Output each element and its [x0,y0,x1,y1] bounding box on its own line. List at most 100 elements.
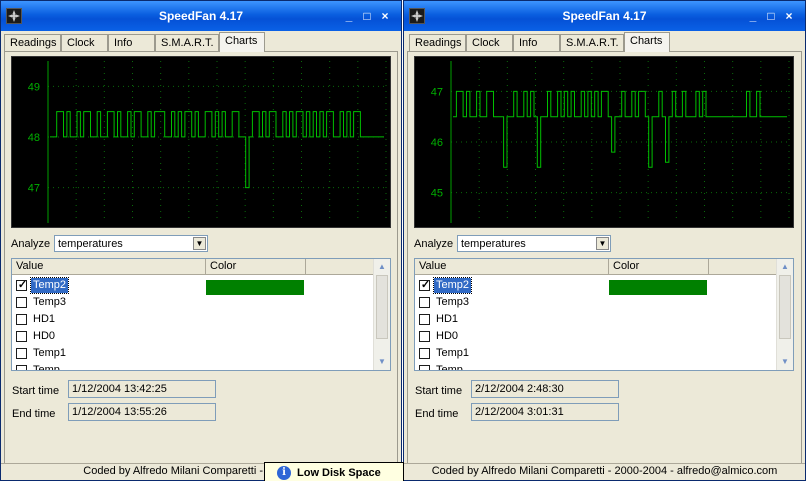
tab-smart[interactable]: S.M.A.R.T. [155,34,219,51]
sensor-list[interactable]: Value Color ✓ Temp2 Temp3 HD1 HD0 Temp1 … [11,258,391,371]
speedfan-window-2: SpeedFan 4.17 _ □ × Readings Clock Info … [403,0,806,481]
color-swatch[interactable] [609,280,707,295]
speedfan-window-1: SpeedFan 4.17 _ □ × Readings Clock Info … [0,0,402,481]
title-bar[interactable]: SpeedFan 4.17 _ □ × [1,1,401,31]
list-item[interactable]: Temp1 [12,345,374,362]
checkbox[interactable] [16,331,27,342]
checkmark-icon: ✓ [17,279,28,291]
analyze-label: Analyze [11,238,51,250]
list-item-label: HD0 [436,330,459,342]
y-tick-label: 45 [431,188,443,200]
temperature-chart: 49 48 47 [11,56,391,228]
end-time-field: 1/12/2004 13:55:26 [68,403,216,421]
status-bar: Coded by Alfredo Milani Comparetti - 200… [404,463,805,480]
analyze-label: Analyze [414,238,454,250]
maximize-button[interactable]: □ [764,9,778,23]
header-color[interactable]: Color [206,259,306,274]
list-item-label: Temp [436,364,463,371]
list-item-label: Temp3 [436,296,470,308]
scroll-thumb[interactable] [376,275,388,339]
list-item[interactable]: Temp1 [415,345,777,362]
end-time-label: End time [12,408,56,420]
checkbox[interactable] [419,314,430,325]
sensor-list[interactable]: Value Color ✓ Temp2 Temp3 HD1 HD0 Temp1 … [414,258,794,371]
list-item[interactable]: HD0 [12,328,374,345]
scroll-up-icon[interactable]: ▲ [375,260,389,274]
analyze-select[interactable]: temperatures ▼ [457,235,611,252]
tab-strip: Readings Clock Info S.M.A.R.T. Charts [4,32,398,52]
list-header: Value Color [415,259,777,275]
tab-info[interactable]: Info [513,34,560,51]
list-item-label: Temp1 [436,347,470,359]
temperature-chart: 47 46 45 [414,56,794,228]
checkbox[interactable] [419,331,430,342]
y-tick-label: 47 [28,183,40,195]
close-button[interactable]: × [378,9,392,23]
window-title: SpeedFan 4.17 [158,9,244,23]
list-item[interactable]: HD1 [12,311,374,328]
checkmark-icon: ✓ [420,279,431,291]
list-item-label: HD1 [436,313,459,325]
tab-clock[interactable]: Clock [61,34,108,51]
header-color[interactable]: Color [609,259,709,274]
minimize-button[interactable]: _ [746,9,760,23]
scroll-thumb[interactable] [779,275,791,339]
list-item[interactable]: Temp [12,362,374,370]
header-value[interactable]: Value [12,259,206,274]
list-item[interactable]: HD0 [415,328,777,345]
checkbox[interactable] [16,365,27,370]
vertical-scrollbar[interactable]: ▲ ▼ [373,259,390,370]
checkbox[interactable] [419,348,430,359]
checkbox[interactable] [419,365,430,370]
series-line [50,111,384,189]
y-tick-label: 48 [28,132,40,144]
scroll-down-icon[interactable]: ▼ [778,355,792,369]
start-time-field: 2/12/2004 2:48:30 [471,380,619,398]
scroll-up-icon[interactable]: ▲ [778,260,792,274]
list-item-label: Temp3 [33,296,67,308]
analyze-select-value: temperatures [461,238,526,250]
analyze-select-value: temperatures [58,238,123,250]
tab-smart[interactable]: S.M.A.R.T. [560,34,624,51]
tab-readings[interactable]: Readings [4,34,61,51]
list-item[interactable]: Temp [415,362,777,371]
tab-clock[interactable]: Clock [466,34,513,51]
checkbox[interactable]: ✓ [16,279,28,291]
list-item[interactable]: Temp3 [415,294,777,311]
window-title: SpeedFan 4.17 [562,9,647,23]
notification-text: Low Disk Space [297,467,381,479]
checkbox[interactable] [16,314,27,325]
vertical-scrollbar[interactable]: ▲ ▼ [776,259,793,370]
list-item-label: HD0 [33,330,56,342]
minimize-button[interactable]: _ [342,9,356,23]
dropdown-arrow-icon[interactable]: ▼ [193,237,206,250]
scroll-down-icon[interactable]: ▼ [375,355,389,369]
start-time-label: Start time [415,385,463,397]
close-button[interactable]: × [782,9,796,23]
title-bar[interactable]: SpeedFan 4.17 _ □ × [404,1,805,31]
tab-readings[interactable]: Readings [409,34,466,51]
list-item-label: Temp2 [29,277,70,294]
y-tick-label: 49 [28,81,40,93]
header-value[interactable]: Value [415,259,609,274]
list-item-label: HD1 [33,313,56,325]
dropdown-arrow-icon[interactable]: ▼ [596,237,609,250]
checkbox[interactable] [16,297,27,308]
low-disk-space-notification[interactable]: i Low Disk Space [264,462,404,481]
list-item[interactable]: ✓ Temp2 [12,277,374,295]
list-item[interactable]: ✓ Temp2 [415,277,777,295]
checkbox[interactable] [16,348,27,359]
tab-info[interactable]: Info [108,34,155,51]
tab-charts[interactable]: Charts [219,32,265,52]
list-item[interactable]: HD1 [415,311,777,328]
chart-svg: 49 48 47 [28,61,387,223]
checkbox[interactable]: ✓ [419,279,431,291]
maximize-button[interactable]: □ [360,9,374,23]
checkbox[interactable] [419,297,430,308]
list-item[interactable]: Temp3 [12,294,374,311]
analyze-select[interactable]: temperatures ▼ [54,235,208,252]
end-time-field: 2/12/2004 3:01:31 [471,403,619,421]
tab-charts[interactable]: Charts [624,32,670,52]
color-swatch[interactable] [206,280,304,295]
y-tick-label: 46 [431,137,443,149]
